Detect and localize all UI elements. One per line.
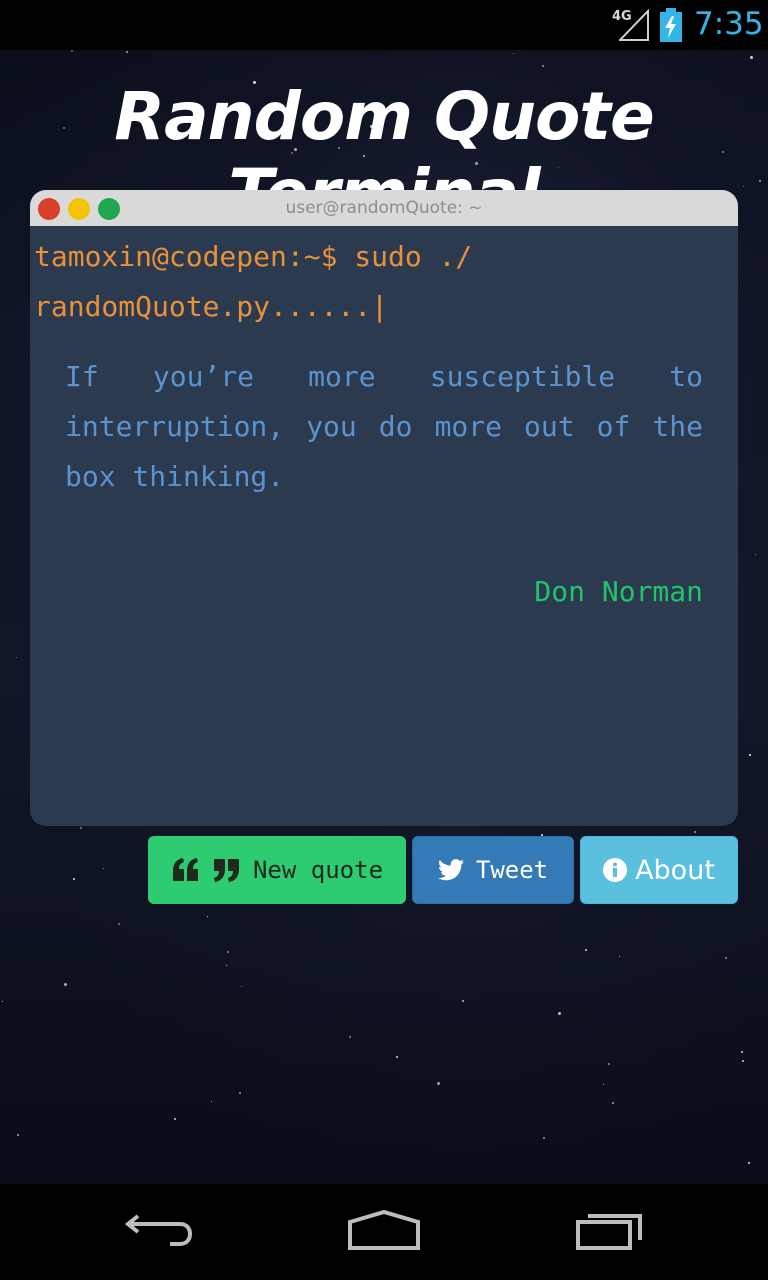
star xyxy=(741,1059,744,1062)
star xyxy=(724,956,727,959)
star xyxy=(2,1001,4,1002)
star xyxy=(603,1083,605,1085)
star xyxy=(211,1101,213,1103)
star xyxy=(207,916,209,918)
quote-icon xyxy=(171,857,241,883)
star xyxy=(749,55,753,59)
star xyxy=(693,830,696,833)
new-quote-button[interactable]: New quote xyxy=(148,836,406,904)
home-icon[interactable] xyxy=(346,1208,422,1254)
twitter-icon xyxy=(437,859,464,881)
star xyxy=(619,956,621,958)
star xyxy=(126,51,129,54)
star xyxy=(436,1082,440,1086)
star xyxy=(543,1136,546,1139)
star xyxy=(754,553,756,555)
battery-charging-icon xyxy=(660,8,682,42)
star xyxy=(63,983,67,987)
about-label: About xyxy=(635,854,715,886)
signal-icon xyxy=(619,9,649,41)
status-bar: 4G 7:35 xyxy=(0,0,768,50)
tweet-label: Tweet xyxy=(475,856,549,884)
terminal-window: user@randomQuote: ~ tamoxin@codepen:~$ s… xyxy=(30,190,738,826)
star xyxy=(749,753,752,756)
navigation-bar xyxy=(0,1184,768,1280)
star xyxy=(80,826,83,829)
quote-text: If you’re more susceptible to interrupti… xyxy=(65,360,703,493)
star xyxy=(748,1161,751,1164)
star xyxy=(349,1035,352,1038)
star xyxy=(241,986,243,988)
star xyxy=(226,950,229,953)
star xyxy=(461,999,464,1002)
about-button[interactable]: About xyxy=(580,836,738,904)
star xyxy=(73,878,75,881)
terminal-title: user@randomQuote: ~ xyxy=(285,198,483,218)
info-icon xyxy=(603,858,628,882)
star xyxy=(102,868,104,870)
quote-author: Don Norman xyxy=(534,575,703,608)
terminal-prompt: tamoxin@codepen:~$ sudo ./ randomQuote.p… xyxy=(34,240,473,323)
star xyxy=(611,1101,614,1104)
recent-apps-icon[interactable] xyxy=(574,1208,646,1254)
star xyxy=(740,1051,743,1054)
star xyxy=(512,53,514,55)
star xyxy=(71,50,74,53)
star xyxy=(226,965,228,967)
tweet-button[interactable]: Tweet xyxy=(412,836,574,904)
clock: 7:35 xyxy=(694,6,764,42)
star xyxy=(541,65,544,68)
star xyxy=(117,923,120,926)
back-icon[interactable] xyxy=(124,1208,196,1254)
star xyxy=(238,1092,241,1095)
terminal-titlebar: user@randomQuote: ~ xyxy=(30,190,738,226)
star xyxy=(16,1134,19,1137)
star xyxy=(584,949,587,952)
star xyxy=(607,1062,610,1065)
star xyxy=(395,1056,398,1059)
star xyxy=(558,1011,562,1015)
star xyxy=(174,1117,177,1120)
star xyxy=(16,656,18,658)
new-quote-label: New quote xyxy=(252,856,384,884)
